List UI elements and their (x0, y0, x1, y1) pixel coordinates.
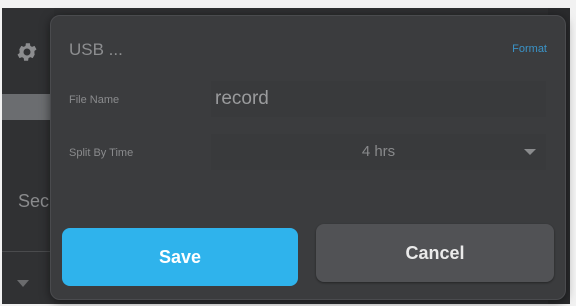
background-selected-item[interactable] (2, 94, 54, 120)
background-section-label: Sec (18, 191, 50, 211)
split-by-time-select[interactable]: 4 hrs (211, 134, 546, 170)
chevron-down-icon[interactable] (17, 280, 29, 287)
caret-down-icon (524, 149, 536, 155)
background-sidebar: Sec (2, 8, 54, 304)
file-name-label: File Name (69, 94, 120, 106)
gear-icon[interactable] (15, 40, 39, 64)
split-by-time-value: 4 hrs (361, 143, 396, 160)
background-divider (2, 251, 54, 252)
file-name-input[interactable] (211, 81, 546, 117)
dialog-title: USB ... (69, 40, 123, 59)
cancel-button[interactable]: Cancel (316, 224, 554, 282)
split-by-time-label: Split By Time (69, 147, 134, 159)
save-button[interactable]: Save (62, 228, 298, 286)
usb-record-dialog: USB ... Format File Name Split By Time 4… (50, 15, 566, 300)
format-link[interactable]: Format (512, 43, 547, 55)
